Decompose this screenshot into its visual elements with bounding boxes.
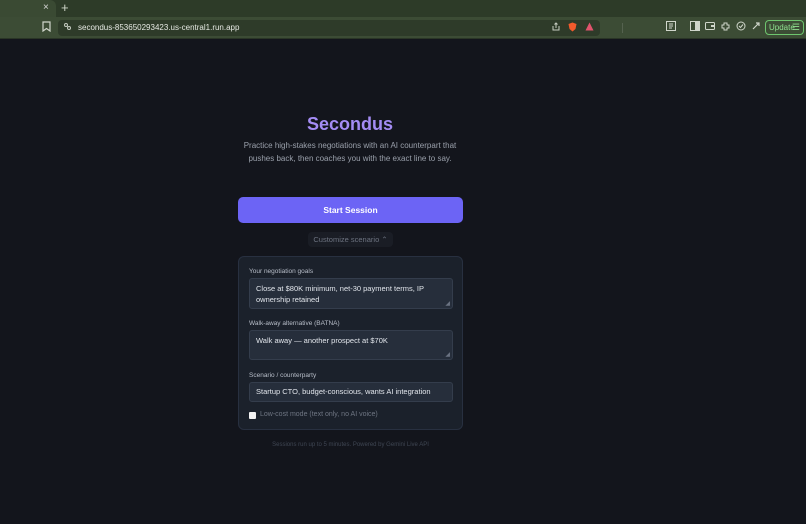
resize-handle-icon[interactable]: ◢ (445, 352, 450, 358)
start-session-button[interactable]: Start Session (238, 197, 463, 223)
address-bar[interactable]: secondus-853650293423.us-central1.run.ap… (58, 20, 623, 36)
leo-ai-icon[interactable] (751, 21, 761, 35)
resize-handle-icon[interactable]: ◢ (445, 301, 450, 307)
extensions-icon[interactable] (721, 21, 731, 35)
browser-toolbar: secondus-853650293423.us-central1.run.ap… (0, 17, 806, 39)
customize-scenario-button[interactable]: Customize scenario ⌃ (308, 232, 393, 247)
page-title: Secondus (306, 114, 394, 134)
update-label: Update (769, 23, 795, 32)
brave-shields-icon[interactable] (568, 22, 577, 35)
low-cost-checkbox[interactable] (249, 412, 256, 419)
wallet-icon[interactable] (705, 21, 715, 35)
brave-rewards-icon[interactable] (585, 22, 594, 34)
sidebar-icon[interactable] (690, 21, 700, 35)
vpn-icon[interactable] (736, 21, 746, 35)
share-icon[interactable] (552, 22, 560, 34)
batna-value: Walk away — another prospect at $70K (256, 336, 388, 345)
batna-label: Walk-away alternative (BATNA) (249, 320, 340, 327)
browser-tab[interactable]: × (0, 0, 56, 17)
url-divider (622, 23, 623, 33)
bookmark-icon[interactable] (42, 21, 51, 36)
app-page: Secondus Practice high-stakes negotiatio… (0, 40, 806, 524)
scenario-label: Scenario / counterparty (249, 372, 317, 379)
scenario-panel: Your negotiation goals Close at $80K min… (238, 256, 463, 430)
scenario-input[interactable]: Startup CTO, budget-conscious, wants AI … (249, 382, 453, 402)
goals-textarea[interactable]: Close at $80K minimum, net-30 payment te… (249, 278, 453, 309)
close-tab-icon[interactable]: × (43, 2, 49, 14)
page-subtitle: Practice high-stakes negotiations with a… (243, 141, 457, 163)
url-text[interactable]: secondus-853650293423.us-central1.run.ap… (78, 22, 239, 34)
goals-value: Close at $80K minimum, net-30 payment te… (256, 284, 424, 304)
new-tab-icon[interactable]: + (61, 1, 69, 15)
menu-icon[interactable]: ☰ (792, 21, 800, 34)
batna-textarea[interactable]: Walk away — another prospect at $70K ◢ (249, 330, 453, 360)
update-button[interactable]: Update ☰ (765, 20, 804, 35)
reader-mode-icon[interactable] (666, 21, 676, 35)
low-cost-label[interactable]: Low-cost mode (text only, no AI voice) (260, 410, 378, 420)
site-settings-icon[interactable] (63, 22, 72, 34)
browser-tab-bar: × + (0, 0, 806, 17)
goals-label: Your negotiation goals (249, 268, 314, 275)
footer-note: Sessions run up to 5 minutes. Powered by… (272, 442, 429, 448)
